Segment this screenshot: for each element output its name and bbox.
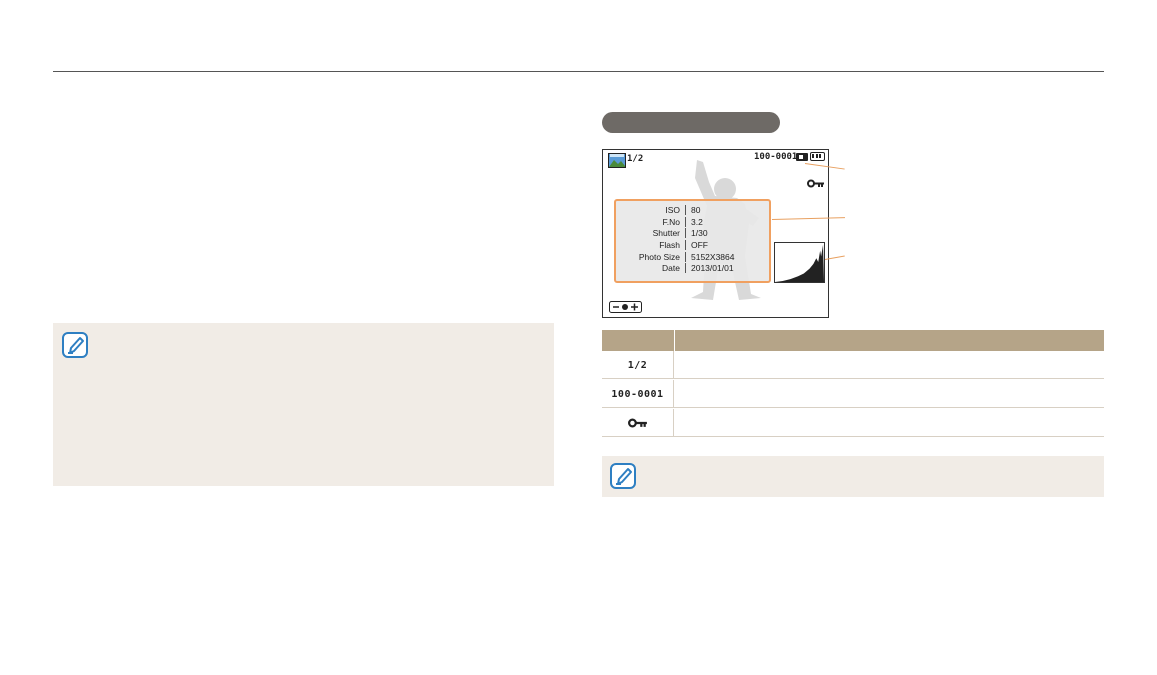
info-row: Photo Size 5152X3864	[616, 251, 769, 263]
histogram	[774, 242, 825, 283]
info-label: Flash	[616, 239, 686, 250]
photo-counter: 1/2	[627, 154, 644, 164]
info-value: OFF	[691, 239, 708, 250]
table-icon-cell: 100-0001	[602, 380, 674, 408]
info-label: Photo Size	[616, 251, 686, 262]
image-thumbnail-icon	[608, 153, 626, 168]
file-number: 100-0001	[754, 152, 798, 162]
battery-icon	[810, 152, 825, 161]
info-value: 5152X3864	[691, 251, 735, 262]
info-value: 2013/01/01	[691, 263, 734, 274]
info-value: 1/30	[691, 228, 708, 239]
camera-screen: 1/2 100-0001 ISO 80 F.No 3.2 Shutter 1/3…	[602, 149, 829, 318]
exposure-icon	[609, 301, 642, 313]
note-box-right	[602, 456, 1104, 497]
info-label: Shutter	[616, 228, 686, 239]
note-box-left	[53, 323, 554, 486]
protect-key-icon	[627, 418, 647, 428]
table-header	[602, 330, 1104, 351]
info-label: Date	[616, 263, 686, 274]
header-divider	[674, 330, 675, 351]
info-label: ISO	[616, 204, 686, 215]
table-row: 100-0001	[602, 380, 1104, 408]
note-icon	[610, 463, 636, 489]
note-icon	[62, 332, 88, 358]
shooting-info-panel: ISO 80 F.No 3.2 Shutter 1/30 Flash OFF P…	[614, 199, 771, 283]
info-label: F.No	[616, 216, 686, 227]
info-row: Shutter 1/30	[616, 227, 769, 239]
info-value: 3.2	[691, 216, 703, 227]
table-icon-cell: 1/2	[602, 351, 674, 379]
info-row: ISO 80	[616, 204, 769, 216]
memory-card-icon	[796, 153, 808, 161]
info-row: F.No 3.2	[616, 216, 769, 228]
protect-key-icon	[807, 179, 824, 188]
section-title-pill	[602, 112, 780, 133]
table-icon-cell	[602, 409, 674, 437]
info-value: 80	[691, 204, 701, 215]
table-row: 1/2	[602, 351, 1104, 379]
info-row: Date 2013/01/01	[616, 262, 769, 274]
counter-icon-text: 1/2	[627, 359, 648, 371]
file-number-icon-text: 100-0001	[611, 388, 664, 400]
top-rule	[53, 71, 1104, 72]
info-row: Flash OFF	[616, 239, 769, 251]
table-row	[602, 409, 1104, 437]
